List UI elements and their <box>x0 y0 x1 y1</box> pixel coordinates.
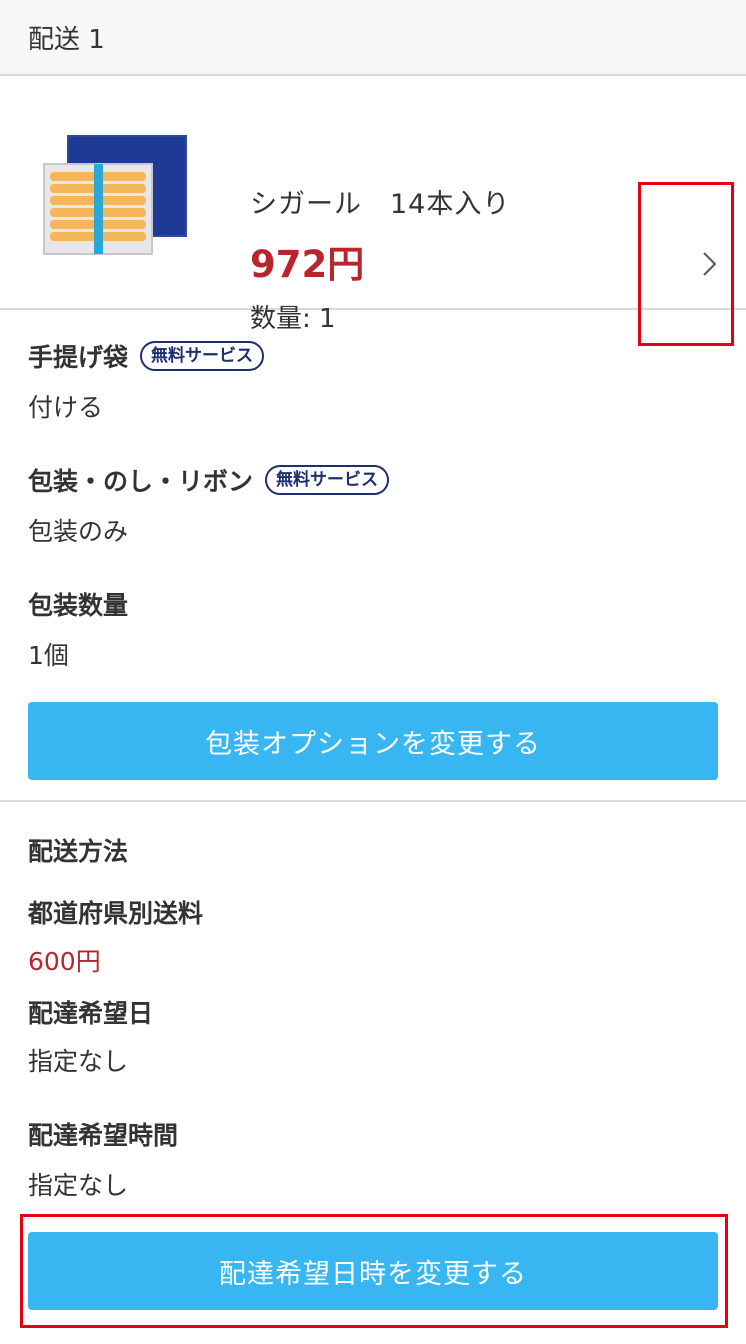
delivery-time-value: 指定なし <box>28 1171 129 1200</box>
product-row: シガール 14本入り 972円 数量: 1 <box>0 76 746 346</box>
delivery-date-value: 指定なし <box>28 1047 129 1076</box>
delivery-time-label: 配達希望時間 <box>28 1121 179 1150</box>
free-service-badge: 無料サービス <box>140 341 265 371</box>
bag-label-row: 手提げ袋 無料サービス <box>28 338 265 374</box>
change-delivery-datetime-button[interactable]: 配達希望日時を変更する <box>28 1232 718 1310</box>
cigare-box-icon <box>43 135 187 255</box>
change-packaging-button[interactable]: 包装オプションを変更する <box>28 702 718 780</box>
packaging-label: 包装・のし・リボン <box>28 467 254 496</box>
shipping-fee-label: 都道府県別送料 <box>28 899 204 928</box>
wrapping-section: 手提げ袋 無料サービス 付ける 包装・のし・リボン 無料サービス 包装のみ 包装… <box>0 310 746 802</box>
product-price: 972円 <box>250 243 365 286</box>
bag-label: 手提げ袋 <box>28 343 129 372</box>
packaging-count-label: 包装数量 <box>28 591 129 620</box>
product-name: シガール 14本入り <box>250 189 511 220</box>
shipping-method-label: 配送方法 <box>28 837 129 866</box>
delivery-date-label: 配達希望日 <box>28 999 154 1028</box>
packaging-count-value: 1個 <box>28 641 69 670</box>
packaging-value: 包装のみ <box>28 517 129 546</box>
bag-value: 付ける <box>28 393 104 422</box>
product-image <box>40 124 190 274</box>
shipping-fee-value: 600円 <box>28 947 101 976</box>
packaging-label-row: 包装・のし・リボン 無料サービス <box>28 462 390 498</box>
shipment-title: 配送 1 <box>28 24 105 55</box>
free-service-badge: 無料サービス <box>265 465 390 495</box>
shipment-header: 配送 1 <box>0 0 746 76</box>
chevron-right-icon <box>703 252 717 276</box>
